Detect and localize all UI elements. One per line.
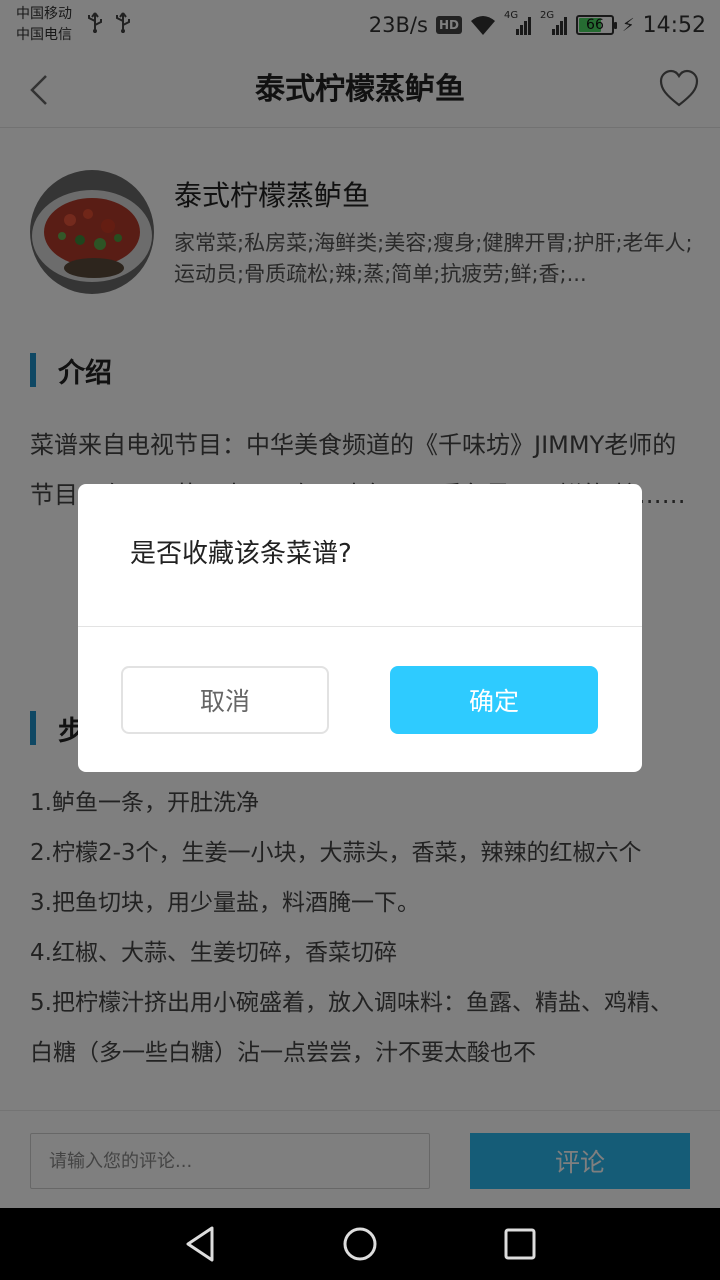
dialog-divider	[78, 626, 642, 627]
triangle-back-icon	[186, 1226, 214, 1262]
system-recents-button[interactable]	[500, 1224, 540, 1264]
circle-home-icon	[343, 1227, 377, 1261]
app-screen: 中国移动 中国电信 23B/s HD 4G 2G 66	[0, 0, 720, 1280]
confirm-button[interactable]: 确定	[390, 666, 598, 734]
square-recents-icon	[504, 1228, 536, 1260]
system-home-button[interactable]	[340, 1224, 380, 1264]
cancel-button[interactable]: 取消	[121, 666, 329, 734]
favorite-confirm-dialog: 是否收藏该条菜谱? 取消 确定	[78, 484, 642, 772]
dialog-message: 是否收藏该条菜谱?	[130, 539, 352, 569]
system-nav-bar	[0, 1208, 720, 1280]
system-back-button[interactable]	[180, 1224, 220, 1264]
